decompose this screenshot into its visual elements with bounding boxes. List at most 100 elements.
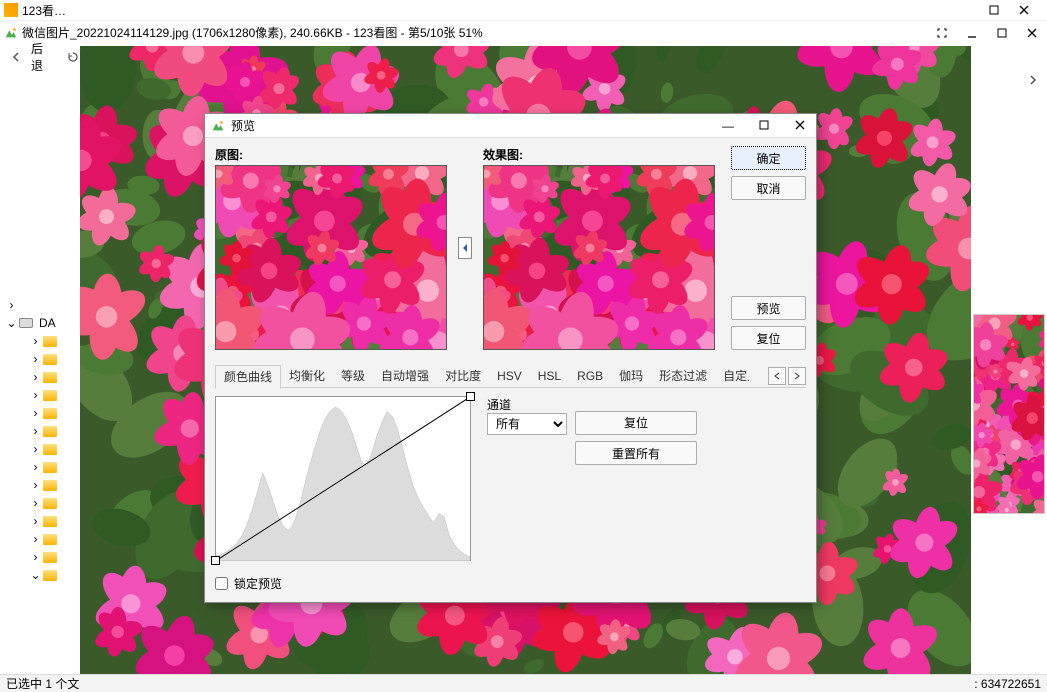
outer-tab-title: 123看…	[22, 2, 66, 19]
swap-left-icon[interactable]	[458, 237, 472, 259]
tab-7[interactable]: RGB	[569, 364, 611, 388]
folder-icon	[43, 498, 57, 509]
result-label: 效果图:	[483, 146, 715, 163]
tree-item[interactable]: ›	[0, 494, 80, 512]
chevron-right-icon[interactable]: ›	[30, 534, 41, 545]
tab-9[interactable]: 形态过滤	[651, 364, 715, 388]
folder-icon	[43, 390, 57, 401]
folder-icon	[43, 444, 57, 455]
original-label: 原图:	[215, 146, 447, 163]
tab-3[interactable]: 自动增强	[373, 364, 437, 388]
maximize-icon[interactable]	[987, 23, 1017, 43]
folder-icon	[43, 552, 57, 563]
folder-icon	[43, 462, 57, 473]
folder-icon	[43, 372, 57, 383]
tree-item[interactable]: ›	[0, 440, 80, 458]
chevron-right-icon[interactable]: ›	[30, 552, 41, 563]
tree-item[interactable]: ›	[0, 404, 80, 422]
back-label[interactable]: 后退	[31, 40, 51, 74]
cancel-button[interactable]: 取消	[731, 176, 806, 200]
outer-close-icon[interactable]	[1009, 0, 1039, 20]
tab-scroll-right[interactable]	[788, 367, 806, 385]
chevron-right-icon[interactable]: ›	[30, 390, 41, 401]
mountain-icon	[4, 26, 18, 40]
original-preview[interactable]	[215, 165, 447, 350]
app-title: 微信图片_20221024114129.jpg (1706x1280像素), 2…	[22, 24, 483, 41]
chevron-right-icon[interactable]: ›	[30, 444, 41, 455]
chevron-right-icon[interactable]: ›	[30, 408, 41, 419]
tree-item[interactable]: ›	[0, 458, 80, 476]
dialog-maximize-icon[interactable]	[754, 119, 774, 133]
tab-4[interactable]: 对比度	[437, 364, 489, 388]
tab-8[interactable]: 伽玛	[611, 364, 651, 388]
tree-item[interactable]: ›	[0, 476, 80, 494]
reset-button[interactable]: 复位	[731, 326, 806, 350]
chevron-right-icon[interactable]: ›	[30, 426, 41, 437]
curve-handle-low[interactable]	[211, 556, 220, 565]
tab-10[interactable]: 自定义	[715, 364, 749, 388]
chevron-down-icon[interactable]: ⌄	[6, 318, 17, 329]
tab-6[interactable]: HSL	[530, 364, 569, 388]
lock-preview-label: 锁定预览	[234, 575, 282, 592]
chevron-right-icon[interactable]: ›	[30, 498, 41, 509]
tab-scroll-left[interactable]	[768, 367, 786, 385]
dialog-minimize-icon[interactable]: —	[718, 119, 738, 133]
tree-item[interactable]: ›	[0, 512, 80, 530]
preview-button[interactable]: 预览	[731, 296, 806, 320]
dialog-close-icon[interactable]	[790, 119, 810, 133]
reset-all-button[interactable]: 重置所有	[575, 441, 697, 465]
chevron-right-icon[interactable]: ›	[6, 300, 17, 311]
channel-select[interactable]: 所有	[487, 413, 567, 435]
chevron-right-icon[interactable]: ›	[30, 516, 41, 527]
result-preview[interactable]	[483, 165, 715, 350]
dialog-title: 预览	[231, 117, 255, 134]
curve-handle-high[interactable]	[466, 392, 475, 401]
channel-label: 通道	[487, 396, 567, 413]
status-left: 已选中 1 个文	[6, 675, 79, 692]
status-bar: 已选中 1 个文 : 634722651	[0, 674, 1047, 692]
folder-icon	[43, 516, 57, 527]
disk-icon	[19, 318, 33, 328]
tab-2[interactable]: 等级	[333, 364, 373, 388]
tree-item[interactable]: ›	[0, 368, 80, 386]
tab-bar: 颜色曲线均衡化等级自动增强对比度HSVHSLRGB伽玛形态过滤自定义	[215, 364, 806, 388]
tree-item[interactable]: ›	[0, 332, 80, 350]
refresh-icon[interactable]	[65, 51, 80, 63]
folder-icon	[43, 480, 57, 491]
outer-maximize-icon[interactable]	[979, 0, 1009, 20]
tab-1[interactable]: 均衡化	[281, 364, 333, 388]
ok-button[interactable]: 确定	[731, 146, 806, 170]
chevron-right-icon[interactable]: ›	[30, 480, 41, 491]
tree-item[interactable]: ›	[0, 386, 80, 404]
back-arrow-icon[interactable]	[8, 51, 23, 63]
fullscreen-icon[interactable]	[927, 23, 957, 43]
tab-0[interactable]: 颜色曲线	[215, 365, 281, 389]
chevron-down-icon[interactable]: ⌄	[30, 570, 41, 581]
app-icon	[4, 3, 18, 17]
dialog-titlebar[interactable]: 预览 —	[205, 114, 816, 138]
reset-channel-button[interactable]: 复位	[575, 411, 697, 435]
mountain-icon	[211, 119, 225, 133]
chevron-right-icon[interactable]: ›	[30, 372, 41, 383]
folder-icon	[43, 426, 57, 437]
tree-item[interactable]: ›	[0, 548, 80, 566]
chevron-right-icon[interactable]: ›	[30, 336, 41, 347]
minimize-icon[interactable]	[957, 23, 987, 43]
folder-icon	[43, 354, 57, 365]
tree-item[interactable]: ›	[0, 350, 80, 368]
folder-tree[interactable]: › ⌄ DA › › › › › › › › › › › › › ⌄	[0, 46, 80, 674]
thumbnail-strip	[971, 46, 1047, 674]
chevron-right-icon[interactable]: ›	[30, 462, 41, 473]
thumbnail[interactable]	[973, 314, 1045, 514]
chevron-right-icon[interactable]: ›	[30, 354, 41, 365]
tree-item[interactable]: ⌄	[0, 566, 80, 584]
close-icon[interactable]	[1017, 23, 1047, 43]
tree-item[interactable]: ›	[0, 422, 80, 440]
lock-preview-checkbox[interactable]	[215, 577, 228, 590]
curve-editor[interactable]	[215, 396, 471, 561]
tree-root-label: DA	[39, 316, 56, 330]
tree-item[interactable]: ›	[0, 530, 80, 548]
tab-5[interactable]: HSV	[489, 364, 530, 388]
preview-dialog: 预览 — 原图: 效果图: 确定 取消 预览 复位	[204, 113, 817, 603]
next-arrow-icon[interactable]	[979, 68, 1039, 92]
